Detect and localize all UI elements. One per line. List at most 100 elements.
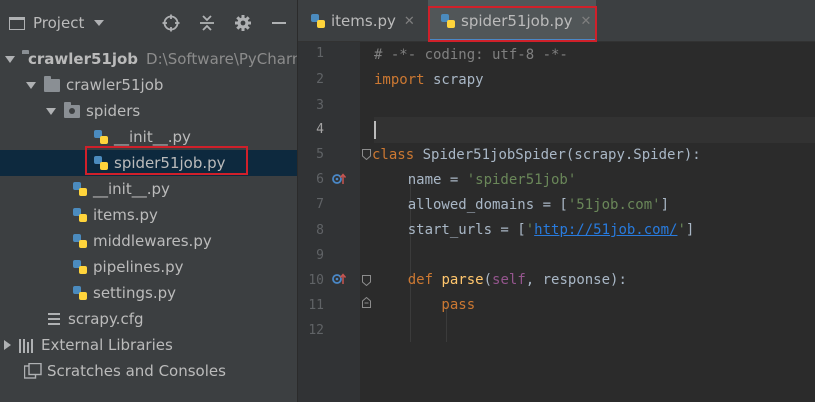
close-icon[interactable]: ✕ <box>581 14 592 29</box>
crosshair-icon <box>162 14 180 32</box>
line-number: 10 <box>308 273 324 288</box>
expand-arrow-icon[interactable] <box>46 107 56 115</box>
code-text: , response): <box>525 272 627 288</box>
code-string: '51job.com' <box>567 197 661 213</box>
collapse-all-button[interactable] <box>189 0 225 46</box>
tree-item-spider51job[interactable]: spider51job.py <box>0 150 297 176</box>
project-view-icon <box>9 16 25 30</box>
code-comment: # -*- coding: utf-8 -*- <box>374 47 568 63</box>
code-line-8: start_urls = ['http://51job.com/'] <box>374 217 695 243</box>
file-name: items.py <box>93 206 158 224</box>
python-file-icon <box>73 260 87 274</box>
settings-button[interactable] <box>225 0 261 46</box>
config-file-icon <box>47 311 61 327</box>
code-keyword: import <box>374 72 425 88</box>
code-url-link[interactable]: http://51job.com/ <box>534 222 677 238</box>
code-line-5: class Spider51jobSpider(scrapy.Spider): <box>372 142 701 168</box>
tree-item-items[interactable]: items.py <box>0 202 297 228</box>
code-keyword: class <box>372 147 415 163</box>
file-name: __init__.py <box>93 180 170 198</box>
hide-panel-button[interactable] <box>261 0 297 46</box>
close-icon[interactable]: ✕ <box>404 14 415 29</box>
tab-label: items.py <box>331 12 396 30</box>
python-file-icon <box>311 14 325 28</box>
line-number: 6 <box>316 172 324 187</box>
code-function-name: parse <box>433 272 484 288</box>
override-marker-icon[interactable] <box>332 173 346 185</box>
tab-spider51job[interactable]: spider51job.py ✕ <box>428 0 596 42</box>
tree-item-external-libraries[interactable]: External Libraries <box>0 332 297 358</box>
code-text: start_urls = [ <box>374 222 526 238</box>
file-name: __init__.py <box>114 128 191 146</box>
file-name: spider51job.py <box>114 154 226 172</box>
project-panel: Project crawler51job D:\Software\PyCharm… <box>0 0 298 402</box>
python-file-icon <box>441 14 455 28</box>
file-name: middlewares.py <box>93 232 212 250</box>
expand-arrow-icon[interactable] <box>26 81 36 89</box>
code-line-4 <box>374 117 815 143</box>
python-file-icon <box>73 182 87 196</box>
code-string: ' <box>525 222 535 238</box>
line-number: 4 <box>316 122 324 137</box>
file-name: settings.py <box>93 284 176 302</box>
tree-item-pipelines[interactable]: pipelines.py <box>0 254 297 280</box>
code-text: allowed_domains = [ <box>374 197 568 213</box>
code-self: self <box>492 272 526 288</box>
tree-item-scrapy-cfg[interactable]: scrapy.cfg <box>0 306 297 332</box>
code-string: 'spider51job' <box>466 172 577 188</box>
spiders-folder-name: spiders <box>86 102 141 120</box>
python-file-icon <box>73 286 87 300</box>
code-text: ( <box>483 272 493 288</box>
line-number: 9 <box>316 248 324 263</box>
code-line-6: name = 'spider51job' <box>374 167 577 193</box>
package-folder-name: crawler51job <box>66 76 164 94</box>
tree-item-middlewares[interactable]: middlewares.py <box>0 228 297 254</box>
gear-icon <box>235 15 251 31</box>
code-line-1: # -*- coding: utf-8 -*- <box>374 42 568 68</box>
code-keyword: pass <box>374 297 476 313</box>
project-tree: crawler51job D:\Software\PyCharm crawler… <box>0 46 297 384</box>
locate-file-button[interactable] <box>153 0 189 46</box>
project-panel-toolbar <box>153 0 297 46</box>
tree-item-spiders-init[interactable]: __init__.py <box>0 124 297 150</box>
tree-item-root[interactable]: crawler51job D:\Software\PyCharm <box>0 46 297 72</box>
tree-item-settings[interactable]: settings.py <box>0 280 297 306</box>
fold-marker-icon[interactable] <box>362 149 371 160</box>
line-number: 5 <box>316 147 324 162</box>
python-file-icon <box>94 156 108 170</box>
code-text: scrapy <box>424 72 484 88</box>
expand-arrow-icon[interactable] <box>5 55 15 63</box>
python-file-icon <box>94 130 108 144</box>
code-line-10: def parse(self, response): <box>374 267 627 293</box>
line-number: 7 <box>316 197 324 212</box>
fold-end-marker-icon[interactable] <box>362 297 371 308</box>
root-folder-name: crawler51job <box>28 50 139 68</box>
line-number: 3 <box>316 98 324 113</box>
code-text: ] <box>685 222 695 238</box>
folder-icon <box>44 75 60 92</box>
package-folder-icon <box>64 101 80 118</box>
code-line-2: import scrapy <box>374 67 484 93</box>
chevron-down-icon[interactable] <box>94 20 105 26</box>
fold-marker-icon[interactable] <box>362 275 371 286</box>
tree-item-spiders[interactable]: spiders <box>0 98 297 124</box>
code-text: ] <box>660 197 670 213</box>
line-number: 8 <box>316 223 324 238</box>
code-area[interactable]: # -*- coding: utf-8 -*- import scrapy cl… <box>372 42 815 402</box>
tab-label: spider51job.py <box>461 12 573 30</box>
line-number: 1 <box>316 46 324 61</box>
project-panel-header: Project <box>0 0 297 46</box>
root-folder-path: D:\Software\PyCharm <box>146 50 298 68</box>
tab-items[interactable]: items.py ✕ <box>298 0 422 42</box>
scratches-icon <box>24 363 42 379</box>
project-panel-title[interactable]: Project <box>33 14 84 32</box>
line-number: 12 <box>308 323 324 338</box>
editor-tabbar: items.py ✕ spider51job.py ✕ <box>298 0 815 42</box>
tree-item-package-init[interactable]: __init__.py <box>0 176 297 202</box>
tree-item-scratches[interactable]: Scratches and Consoles <box>0 358 297 384</box>
text-cursor <box>374 121 376 139</box>
python-file-icon <box>73 208 87 222</box>
tree-item-package[interactable]: crawler51job <box>0 72 297 98</box>
override-marker-icon[interactable] <box>332 273 346 285</box>
expand-arrow-icon[interactable] <box>4 340 11 350</box>
